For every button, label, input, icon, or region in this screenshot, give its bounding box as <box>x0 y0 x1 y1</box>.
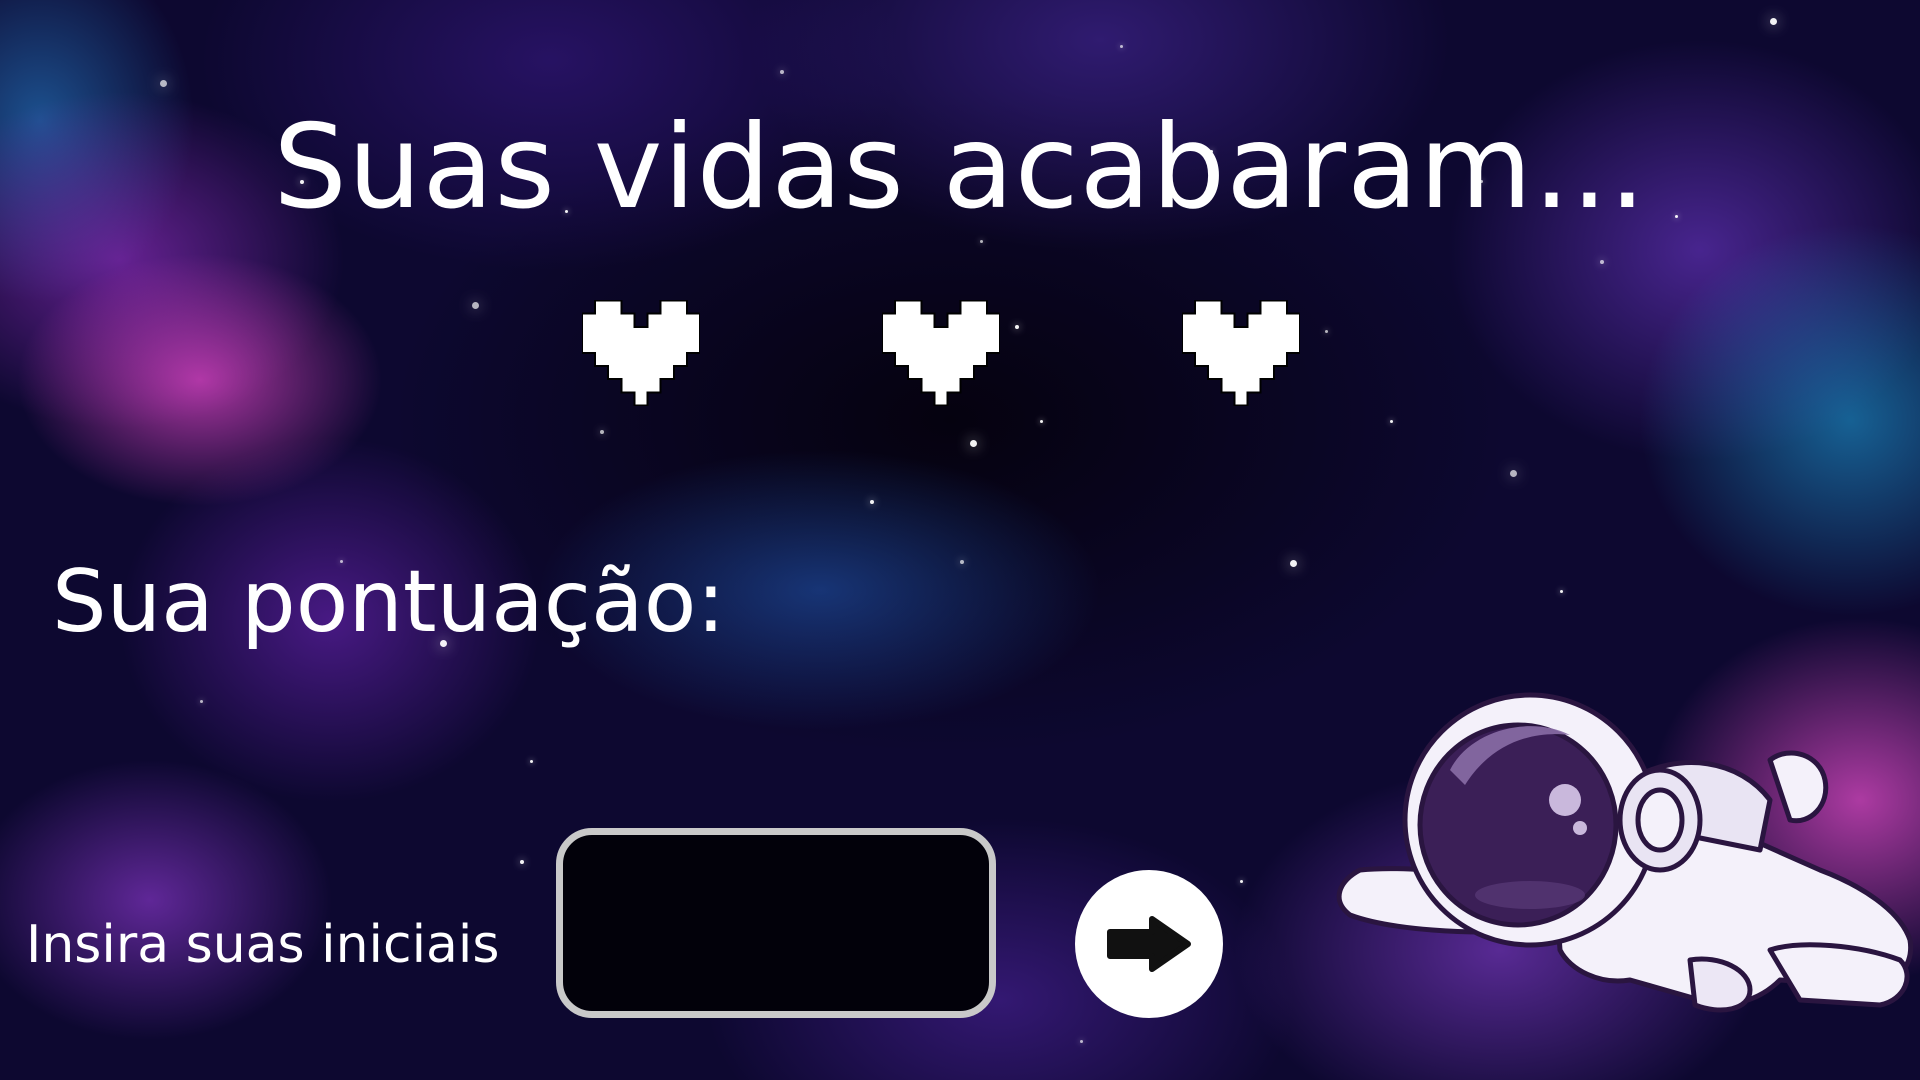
initials-label: Insira suas iniciais <box>26 915 500 975</box>
pixel-heart-icon <box>582 300 700 406</box>
star <box>980 240 983 243</box>
star <box>970 440 977 447</box>
star <box>530 760 533 763</box>
pixel-heart-icon <box>882 300 1000 406</box>
star <box>1560 590 1563 593</box>
submit-button[interactable] <box>1075 870 1223 1018</box>
star <box>960 560 964 564</box>
star <box>472 302 479 309</box>
star <box>1325 330 1328 333</box>
star <box>160 80 167 87</box>
star <box>1770 18 1777 25</box>
initials-input[interactable] <box>556 828 996 1018</box>
star <box>200 700 203 703</box>
star <box>780 70 784 74</box>
star <box>1510 470 1517 477</box>
star <box>600 430 604 434</box>
pixel-heart-icon <box>1182 300 1300 406</box>
lives-indicator <box>582 300 1302 410</box>
arrow-right-icon <box>1107 916 1191 972</box>
star <box>1040 420 1043 423</box>
star <box>520 860 524 864</box>
score-label: Sua pontuação: <box>52 552 726 652</box>
star <box>1120 45 1123 48</box>
star <box>1390 420 1393 423</box>
star <box>870 500 874 504</box>
star <box>1600 260 1604 264</box>
astronaut-illustration <box>1336 692 1914 1013</box>
star <box>1290 560 1297 567</box>
star <box>1240 880 1243 883</box>
star <box>1080 1040 1083 1043</box>
game-over-title: Suas vidas acabaram... <box>273 100 1647 235</box>
